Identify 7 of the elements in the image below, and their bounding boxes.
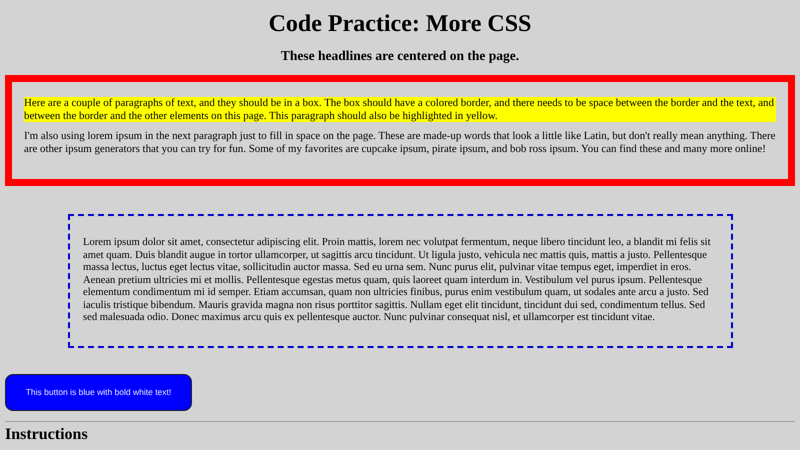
- demo-button[interactable]: This button is blue with bold white text!: [5, 374, 192, 410]
- paragraph: I'm also using lorem ipsum in the next paragraph just to fill in space on the page. These are made-up words that look a little like Latin, but don't really mean anything. There are other ipsum generators that you can try for fun. Some of my favorites are cupcake ipsum, pirate ipsum, and bob ross ipsum. You can find these and many more online!: [24, 130, 776, 155]
- paragraph: Lorem ipsum dolor sit amet, consectetur adipiscing elit. Proin mattis, lorem nec volutpat fermentum, neque libero tincidunt leo, a blandit mi felis sit amet quam. Duis blandit augue in tortor ullamcorper, ut sagittis arcu tincidunt. Ut ligula justo, vehicula nec mattis quis, mattis a justo. Pellentesque massa lectus, luctus eget lectus vitae, sollicitudin auctor massa. Sed eu urna sem. Nunc purus elit, pulvinar vitae tempus eget, imperdiet in eros. Aenean pretium ultricies mi et mollis. Pellentesque egestas metus quam, quis laoreet quam interdum in. Vestibulum vel purus ipsum. Pellentesque elementum condimentum mi id semper. Etiam accumsan, quam non ultricies finibus, purus enim vestibulum quam, ut sodales ante arcu a justo. Sed iaculis tristique bibendum. Mauris gravida magna non risus porttitor sagittis. Nullam eget elit tincidunt, tincidunt dui sed, condimentum tellus. Sed sed malesuada odio. Donec maximus arcu quis ex pellentesque auctor. Nunc pulvinar consequat nisl, et ullamcorper est tincidunt vitae.: [83, 237, 712, 324]
- section-heading: Instructions: [5, 426, 89, 444]
- paragraph: Here are a couple of paragraphs of text, and they should be in a box. The box should have a colored border, and there needs to be space between the border and the text, and between the border and the other elements on this page. This paragraph should also be highlighted in yellow.: [24, 97, 776, 122]
- page-title: Code Practice: More CSS: [268, 10, 532, 38]
- page-subtitle: These headlines are centered on the page.: [280, 48, 520, 64]
